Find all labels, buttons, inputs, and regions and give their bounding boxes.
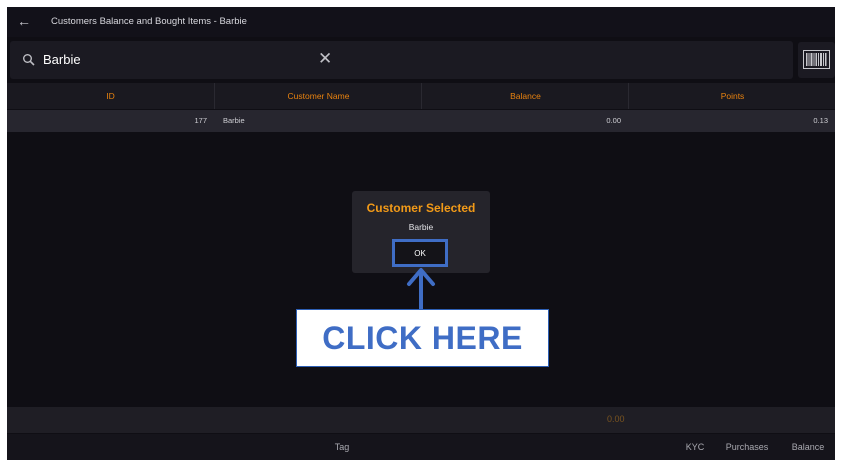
balance-button[interactable]: Balance	[781, 434, 835, 460]
customer-selected-dialog: Customer Selected Barbie OK	[352, 191, 490, 273]
search-field[interactable]: Barbie ✕	[10, 41, 793, 79]
close-icon[interactable]: ✕	[318, 50, 332, 68]
search-icon	[23, 54, 35, 66]
kyc-button[interactable]: KYC	[677, 434, 713, 460]
dialog-message: Barbie	[408, 222, 434, 232]
search-input[interactable]: Barbie	[43, 52, 81, 67]
arrow-left-icon[interactable]: ←	[17, 12, 31, 30]
cell-id: 177	[194, 116, 207, 125]
ok-button[interactable]: OK	[392, 239, 448, 267]
column-header-customer-name[interactable]: Customer Name	[214, 83, 422, 109]
page-title: Customers Balance and Bought Items - Bar…	[51, 16, 247, 27]
column-header-id[interactable]: ID	[7, 83, 214, 109]
barcode-icon	[803, 50, 830, 69]
click-here-callout: CLICK HERE	[296, 309, 549, 367]
purchases-button[interactable]: Purchases	[715, 434, 779, 460]
app-window: ← Customers Balance and Bought Items - B…	[7, 7, 835, 460]
cell-customer-name: Barbie	[223, 116, 245, 125]
dialog-title: Customer Selected	[366, 201, 476, 215]
cell-balance: 0.00	[606, 116, 621, 125]
column-header-balance[interactable]: Balance	[421, 83, 629, 109]
bottom-bar: Tag KYC Purchases Balance	[7, 434, 835, 460]
table-header: ID Customer Name Balance Points	[7, 83, 835, 109]
tag-button[interactable]: Tag	[307, 434, 377, 460]
totals-bar: 0.00	[7, 407, 835, 433]
column-header-points[interactable]: Points	[628, 83, 835, 109]
top-bar: ← Customers Balance and Bought Items - B…	[7, 7, 835, 37]
table-row[interactable]: 177 Barbie 0.00 0.13	[7, 110, 835, 132]
arrow-up-icon	[407, 268, 435, 309]
barcode-scan-button[interactable]	[798, 42, 835, 78]
total-balance: 0.00	[607, 414, 625, 424]
cell-points: 0.13	[813, 116, 828, 125]
